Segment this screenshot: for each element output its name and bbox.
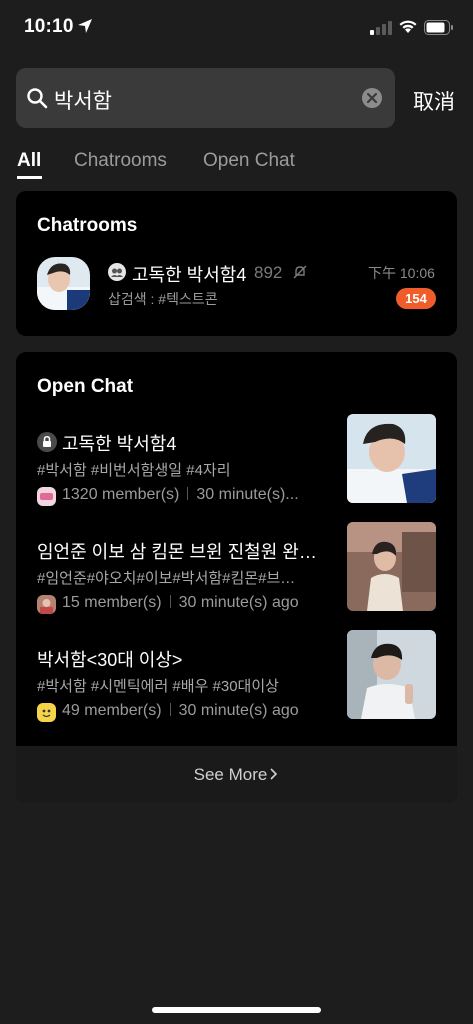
chatroom-member-count: 892 [254, 263, 283, 282]
open-chat-meta: 15 member(s) 30 minute(s) ago [62, 594, 299, 612]
member-count: 1320 member(s) [62, 486, 180, 503]
meta-divider [169, 595, 171, 608]
meta-divider [187, 487, 189, 500]
chevron-right-icon [270, 768, 278, 780]
search-input[interactable]: 박서함 [16, 68, 395, 128]
location-arrow-icon [78, 19, 92, 33]
last-active: 30 minute(s)... [196, 486, 299, 503]
open-chat-meta: 49 member(s) 30 minute(s) ago [62, 702, 299, 720]
open-chat-title: 박서함<30대 이상> [37, 650, 183, 670]
battery-icon [424, 20, 453, 35]
tab-chatrooms[interactable]: Chatrooms [74, 150, 167, 172]
chatroom-avatar [37, 257, 90, 310]
open-chat-tags: #임언준#야오치#이보#박서함#킴몬#브… [37, 570, 296, 587]
open-chat-thumbnail [347, 522, 436, 611]
open-chat-section: Open Chat 고독한 박서함4 #박서함 #비번서함생일 #4자리 132… [16, 352, 457, 803]
status-bar: 10:10 [0, 0, 473, 56]
open-chat-tags: #박서함 #시멘틱에러 #배우 #30대이상 [37, 678, 279, 695]
open-chat-thumbnail [347, 630, 436, 719]
last-active: 30 minute(s) ago [178, 594, 299, 611]
tab-open-chat[interactable]: Open Chat [203, 150, 295, 172]
cancel-button[interactable]: 取消 [413, 86, 455, 116]
see-more-label: See More [193, 765, 268, 784]
search-icon [27, 88, 48, 109]
last-active: 30 minute(s) ago [178, 702, 299, 719]
open-chat-tags: #박서함 #비번서함생일 #4자리 [37, 462, 231, 479]
home-indicator[interactable] [152, 1007, 321, 1013]
lock-icon [37, 432, 57, 452]
search-query-text[interactable]: 박서함 [54, 85, 112, 115]
mute-icon [293, 265, 307, 279]
member-count: 15 member(s) [62, 594, 162, 611]
open-chat-meta: 1320 member(s) 30 minute(s)... [62, 486, 299, 504]
open-chat-item[interactable]: 박서함<30대 이상> #박서함 #시멘틱에러 #배우 #30대이상 49 me… [16, 630, 457, 746]
clear-icon[interactable] [361, 87, 383, 109]
group-chat-icon [108, 263, 126, 281]
open-chat-host-avatar [37, 487, 56, 506]
chatrooms-section: Chatrooms 고독한 박서함4 892 삽검색 : #텍스트콘 下午 10… [16, 191, 457, 336]
chatroom-time: 下午 10:06 [368, 265, 435, 281]
open-chat-thumbnail [347, 414, 436, 503]
chatrooms-section-title: Chatrooms [37, 215, 138, 236]
status-time: 10:10 [24, 16, 74, 37]
open-chat-section-title: Open Chat [37, 376, 134, 397]
active-tab-indicator [17, 176, 42, 179]
signal-icon [370, 21, 392, 35]
open-chat-host-avatar [37, 703, 56, 722]
open-chat-title: 고독한 박서함4 [62, 434, 177, 454]
tab-all[interactable]: All [17, 150, 41, 172]
open-chat-host-avatar [37, 595, 56, 614]
member-count: 49 member(s) [62, 702, 162, 719]
see-more-button[interactable]: See More [16, 746, 457, 803]
unread-badge: 154 [396, 288, 436, 309]
open-chat-item[interactable]: 임언준 이보 삼 킴몬 브윈 진철원 완… #임언준#야오치#이보#박서함#킴몬… [16, 522, 457, 638]
wifi-icon [399, 20, 417, 33]
chatroom-subtitle: 삽검색 : #텍스트콘 [108, 291, 218, 307]
chatroom-name: 고독한 박서함4 [132, 265, 247, 285]
open-chat-item[interactable]: 고독한 박서함4 #박서함 #비번서함생일 #4자리 1320 member(s… [16, 414, 457, 530]
meta-divider [169, 703, 171, 716]
open-chat-title: 임언준 이보 삼 킴몬 브윈 진철원 완… [37, 542, 317, 562]
